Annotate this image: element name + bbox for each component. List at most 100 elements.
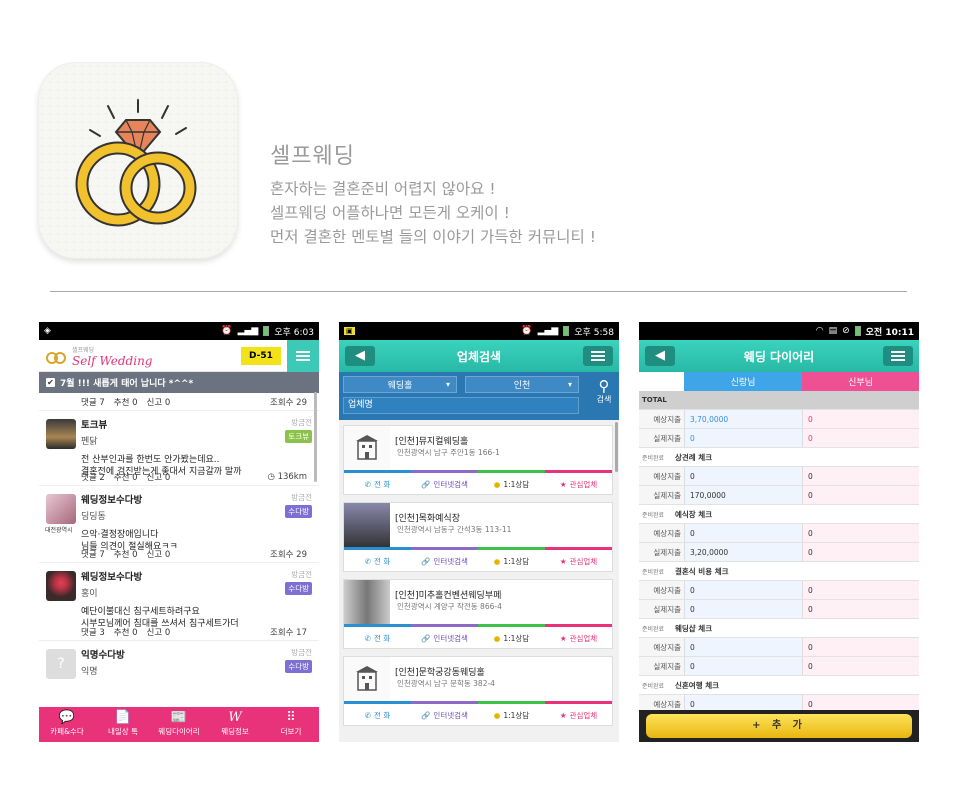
column-header: 신랑님 신부님	[639, 372, 919, 391]
list-item[interactable]: 토크뷰 펜닭 방금전 토크뷰 전 산부인과를 한번도 안가봤는데요.. 결혼전에 …	[39, 411, 319, 477]
action-label: 관심업체	[569, 633, 598, 643]
call-button[interactable]: ✆ 전 화	[344, 473, 411, 495]
table-row[interactable]: 예상지출 0 0	[639, 524, 919, 543]
section-header[interactable]: 준비완료 예식장 체크	[639, 505, 919, 524]
table-row[interactable]: 예상지출 0 0	[639, 467, 919, 486]
comments-count[interactable]: 댓글 7	[81, 396, 105, 408]
list-item[interactable]: 대전광역시 웨딩정보수다방 딩딩동 방금전 수다방 으악·결정장애입니다 님들 의…	[39, 486, 319, 552]
table-row[interactable]: 실제지출 170,0000 0	[639, 486, 919, 505]
tab-more[interactable]: ⠿ 더보기	[263, 707, 319, 742]
tab-wedding-diary[interactable]: 📰 웨딩다이어리	[151, 707, 207, 742]
recommend-count[interactable]: 추천 0	[114, 471, 138, 483]
total-header: TOTAL	[639, 391, 919, 410]
status-bar: ◠ ▤ ⊘ 오전 10:11	[639, 322, 919, 340]
menu-button[interactable]	[583, 346, 613, 366]
web-search-button[interactable]: 🔗 인터넷검색	[411, 473, 478, 495]
row-label: 예상지출	[639, 524, 684, 542]
vendor-card[interactable]: [인천]문학궁강동웨딩홀 인천광역시 남구 문학동 382-4 ✆ 전 화 🔗 인터…	[343, 656, 613, 726]
report-count[interactable]: 신고 0	[147, 548, 171, 560]
recommend-count[interactable]: 추천 0	[114, 548, 138, 560]
anonymous-avatar-icon: ?	[46, 649, 76, 679]
favorite-button[interactable]: ★ 관심업체	[545, 704, 612, 726]
section-header[interactable]: 준비완료 신혼여행 체크	[639, 676, 919, 695]
tab-daily-talk[interactable]: 📄 내일상 톡	[95, 707, 151, 742]
logo-text: Self Wedding	[72, 353, 153, 368]
scrollbar[interactable]	[314, 392, 317, 482]
table-row[interactable]: 실제지출 0 0	[639, 600, 919, 619]
vendor-card[interactable]: [인천]목화예식장 인천광역시 남동구 간석3동 113-11 ✆ 전 화 🔗 인터…	[343, 502, 613, 572]
sim-icon: ▤	[828, 326, 838, 336]
comments-count[interactable]: 댓글 2	[81, 471, 105, 483]
vendor-card[interactable]: [인천]미추홀컨벤션웨딩부페 인천광역시 계양구 작전동 866-4 ✆ 전 화 …	[343, 579, 613, 649]
comments-count[interactable]: 댓글 7	[81, 548, 105, 560]
table-row[interactable]: 예상지출 0 0	[639, 638, 919, 657]
menu-button[interactable]	[287, 340, 319, 372]
notice-bar[interactable]: ✔ 7월 !!! 새롭게 태어 납니다 *^^*	[39, 372, 319, 393]
vendor-card[interactable]: [인천]뮤지컬웨딩홀 인천광역시 남구 주안1동 166-1 ✆ 전 화 🔗 인터넷…	[343, 425, 613, 495]
menu-button[interactable]	[883, 346, 913, 366]
list-item[interactable]: 웨딩정보수다방 홍이 방금전 수다방 예단이불대신 침구세트하려구요 시부모님께어…	[39, 563, 319, 629]
list-item[interactable]: ? 익명수다방 익명 방금전 수다방	[39, 641, 319, 681]
web-search-button[interactable]: 🔗 인터넷검색	[411, 704, 478, 726]
category-badge: 수다방	[285, 660, 312, 673]
section-header[interactable]: 준비완료 상견례 체크	[639, 448, 919, 467]
favorite-button[interactable]: ★ 관심업체	[545, 473, 612, 495]
search-button[interactable]: ⚲ 검색	[593, 378, 615, 405]
action-label: 전 화	[374, 633, 391, 643]
bride-value: 0	[802, 657, 919, 675]
web-search-button[interactable]: 🔗 인터넷검색	[411, 550, 478, 572]
signal-icon: ▂▄▆	[237, 326, 259, 336]
logo[interactable]: 셀프웨딩 Self Wedding	[45, 345, 152, 367]
table-row[interactable]: 실제지출 0 0	[639, 657, 919, 676]
post-time: 방금전	[291, 648, 312, 657]
battery-icon	[263, 326, 270, 336]
tab-cafe[interactable]: 💬 카페&수다	[39, 707, 95, 742]
category-select[interactable]: 웨딩홀	[343, 376, 457, 393]
vendor-address: 인천광역시 계양구 작전동 866-4	[397, 602, 502, 611]
speech-bubble-icon: ●	[493, 556, 501, 566]
call-button[interactable]: ✆ 전 화	[344, 627, 411, 649]
table-row[interactable]: 예상지출 0 0	[639, 581, 919, 600]
post-meta: 댓글 7 추천 0 신고 0 조회수 29	[39, 545, 319, 563]
region-select[interactable]: 인천	[465, 376, 579, 393]
consult-button[interactable]: ● 1:1상담	[478, 704, 545, 726]
back-button[interactable]: ◀	[345, 346, 375, 366]
add-button[interactable]: + 추 가	[646, 714, 912, 738]
report-count[interactable]: 신고 0	[147, 396, 171, 408]
scrollbar[interactable]	[615, 422, 618, 472]
section-name: 예식장 체크	[675, 509, 713, 519]
report-count[interactable]: 신고 0	[147, 626, 171, 638]
consult-button[interactable]: ● 1:1상담	[478, 473, 545, 495]
table-row[interactable]: 예상지출 3,70,0000 0	[639, 410, 919, 429]
section-header[interactable]: 준비완료 웨딩샵 체크	[639, 619, 919, 638]
comments-count[interactable]: 댓글 3	[81, 626, 105, 638]
favorite-button[interactable]: ★ 관심업체	[545, 627, 612, 649]
section-tag: 준비완료	[642, 511, 665, 519]
desc-line: 혼자하는 결혼준비 어렵지 않아요 !	[270, 180, 496, 198]
post-meta: 댓글 3 추천 0 신고 0 조회수 17	[39, 623, 319, 641]
recommend-count[interactable]: 추천 0	[114, 626, 138, 638]
consult-button[interactable]: ● 1:1상담	[478, 627, 545, 649]
table-row[interactable]: 실제지출 3,20,0000 0	[639, 543, 919, 562]
section-header[interactable]: 준비완료 결혼식 비용 체크	[639, 562, 919, 581]
page-title: 업체검색	[456, 349, 502, 364]
recommend-count[interactable]: 추천 0	[114, 396, 138, 408]
phone-icon: ✆	[364, 633, 372, 643]
favorite-button[interactable]: ★ 관심업체	[545, 550, 612, 572]
consult-button[interactable]: ● 1:1상담	[478, 550, 545, 572]
speech-bubble-icon: ●	[493, 479, 501, 489]
action-label: 관심업체	[569, 556, 598, 566]
tab-wedding-info[interactable]: W 웨딩정보	[207, 707, 263, 742]
dday-badge[interactable]: D-51	[241, 347, 281, 365]
call-button[interactable]: ✆ 전 화	[344, 550, 411, 572]
vendor-search-input[interactable]: 업체명	[343, 397, 579, 414]
web-search-button[interactable]: 🔗 인터넷검색	[411, 627, 478, 649]
row-label: 예상지출	[639, 410, 684, 428]
report-count[interactable]: 신고 0	[147, 471, 171, 483]
thumb-label: 대전광역시	[45, 527, 73, 534]
back-button[interactable]: ◀	[645, 346, 675, 366]
call-button[interactable]: ✆ 전 화	[344, 704, 411, 726]
table-row[interactable]: 실제지출 0 0	[639, 429, 919, 448]
vendor-name: [인천]문학궁강동웨딩홀	[395, 668, 485, 678]
bride-column-header: 신부님	[802, 372, 919, 391]
